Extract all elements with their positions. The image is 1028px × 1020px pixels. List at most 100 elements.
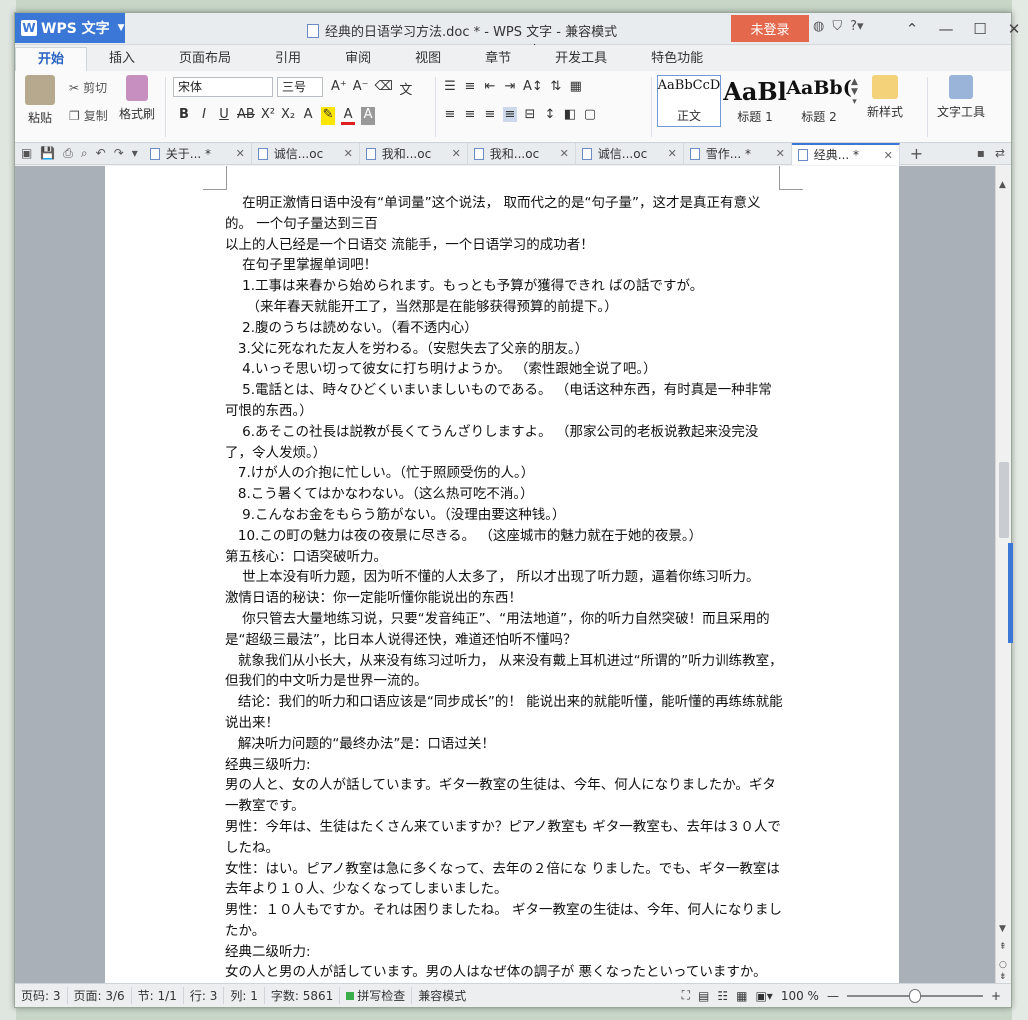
bold-icon[interactable]: B [177, 107, 191, 125]
table-icon[interactable]: ▦ [569, 79, 583, 94]
page-view-icon[interactable]: ▤ [698, 989, 709, 1003]
style-heading-2[interactable]: AaBb( 标题 2 [786, 75, 851, 127]
document-paragraph[interactable]: 女性：はい。ピアノ教室は急に多くなって、去年の２倍にな りました。でも、ギタ一教… [225, 859, 785, 901]
tab-home[interactable]: 开始 [15, 47, 88, 71]
tab-view[interactable]: 视图 [393, 47, 463, 71]
char-shading-icon[interactable]: A [361, 107, 376, 125]
scrollbar-thumb[interactable] [999, 462, 1009, 538]
font-color-icon[interactable]: A [341, 107, 356, 125]
clear-format-icon[interactable]: ⌫ [375, 79, 393, 98]
status-page-number[interactable]: 页码: 3 [15, 987, 68, 1004]
fullscreen-view-icon[interactable]: ⛶ [682, 988, 690, 1003]
superscript-icon[interactable]: X² [261, 107, 275, 125]
document-paragraph[interactable]: 8.こう暑くてはかなわない。（这么热可吃不消。） [225, 484, 785, 505]
app-menu-button[interactable]: W WPS 文字 ▼ [15, 13, 125, 43]
format-painter-button[interactable]: 格式刷 [119, 75, 155, 122]
document-paragraph[interactable]: 7.けが人の介抱に忙しい。（忙于照顾受伤的人。） [225, 463, 785, 484]
document-paragraph[interactable]: 5.電話とは、時々ひどくいまいましいものである。 （电话这种东西，有时真是一种非… [225, 380, 785, 422]
tab-list-icon[interactable]: ▪ [977, 146, 985, 160]
document-paragraph[interactable]: 第五核心：口语突破听力。 [225, 547, 785, 568]
document-paragraph[interactable]: 4.いっそ思い切って彼女に打ち明けようか。 （索性跟她全说了吧。） [225, 359, 785, 380]
highlight-icon[interactable]: ✎ [321, 107, 336, 125]
cut-button[interactable]: ✂ 剪切 [69, 79, 107, 96]
close-icon[interactable]: ✕ [776, 147, 785, 160]
document-paragraph[interactable]: 结论：我们的听力和口语应该是“同步成长”的！ 能说出来的就能听懂，能听懂的再练练… [225, 692, 785, 734]
font-name-select[interactable]: 宋体 [173, 77, 273, 97]
decrease-indent-icon[interactable]: ⇤ [483, 79, 497, 94]
close-icon[interactable]: ✕ [236, 147, 245, 160]
document-paragraph[interactable]: 3.父に死なれた友人を労わる。（安慰失去了父亲的朋友。） [225, 339, 785, 360]
new-tab-icon[interactable]: + [900, 144, 923, 163]
tab-features[interactable]: 特色功能 [629, 47, 725, 71]
status-word-count[interactable]: 字数: 5861 [265, 987, 341, 1004]
tab-developer[interactable]: 开发工具 [533, 47, 629, 71]
scroll-down-icon[interactable]: ▼ [999, 924, 1006, 934]
select-browse-icon[interactable]: ○ [999, 960, 1007, 970]
document-body[interactable]: 在明正激情日语中没有“单词量”这个说法， 取而代之的是“句子量”，这才是真正有意… [225, 193, 785, 983]
shrink-font-icon[interactable]: A⁻ [353, 79, 369, 98]
skin-icon[interactable]: ◍ [813, 19, 824, 34]
reading-view-icon[interactable]: ▣▾ [755, 989, 772, 1003]
document-paragraph[interactable]: 2.腹のうちは読めない。（看不透内心） [225, 318, 785, 339]
font-size-select[interactable]: 三号 [277, 77, 323, 97]
document-paragraph[interactable]: 女の人と男の人が話しています。男の人はなぜ体の調子が 悪くなったといっていますか… [225, 962, 785, 983]
open-icon[interactable]: ▣ [21, 146, 32, 161]
help-icon[interactable]: ?▾ [850, 19, 863, 34]
subscript-icon[interactable]: X₂ [281, 107, 295, 125]
document-paragraph[interactable]: 男性：今年は、生徒はたくさん来ていますか？ピアノ教室も ギタ一教室も、去年は３０… [225, 817, 785, 859]
minimize-icon[interactable]: — [929, 15, 963, 42]
undo-icon[interactable]: ↶ [96, 146, 106, 161]
text-effect-icon[interactable]: A [301, 107, 315, 125]
document-paragraph[interactable]: 激情日语的秘诀：你一定能听懂你能说出的东西！ [225, 588, 785, 609]
numbered-list-icon[interactable]: ≡ [463, 79, 477, 94]
border-icon[interactable]: ▢ [583, 107, 597, 122]
document-paragraph[interactable]: 解决听力问题的“最终办法”是：口语过关！ [225, 734, 785, 755]
zoom-out-icon[interactable]: — [827, 989, 839, 1003]
side-panel-toggle[interactable] [1008, 543, 1013, 643]
document-paragraph[interactable]: 男性：１０人もですか。それは困りましたね。 ギタ一教室の生徒は、今年、何人になり… [225, 900, 785, 942]
spell-check-toggle[interactable]: 拼写检查 [340, 987, 413, 1004]
style-scroll[interactable]: ▲ ▼ ▾ [851, 77, 858, 107]
sort-icon[interactable]: ⇅ [549, 79, 563, 94]
print-icon[interactable]: ⎙ [63, 146, 73, 161]
doc-tab[interactable]: 诚信...oc ✕ [252, 142, 360, 165]
outline-view-icon[interactable]: ☷ [717, 989, 728, 1003]
document-paragraph[interactable]: 就象我们从小长大，从来没有练习过听力， 从来没有戴上耳机进过“所谓的”听力训练教… [225, 651, 785, 693]
phonetic-icon[interactable]: 文 [399, 79, 413, 98]
shading-icon[interactable]: ◧ [563, 107, 577, 122]
increase-indent-icon[interactable]: ⇥ [503, 79, 517, 94]
more-icon[interactable]: ▾ [132, 146, 138, 161]
next-page-icon[interactable]: ⇟ [999, 972, 1007, 982]
close-icon[interactable]: ✕ [668, 147, 677, 160]
tab-review[interactable]: 审阅 [323, 47, 393, 71]
doc-tab[interactable]: 诚信...oc ✕ [576, 142, 684, 165]
underline-icon[interactable]: U [217, 107, 231, 125]
document-paragraph[interactable]: 在句子里掌握单词吧！ [225, 255, 785, 276]
zoom-slider[interactable] [846, 988, 983, 1003]
login-button[interactable]: 未登录 [731, 15, 809, 42]
document-paragraph[interactable]: 经典三级听力: [225, 755, 785, 776]
text-tools-button[interactable]: 文字工具 [937, 75, 985, 120]
save-icon[interactable]: 💾 [40, 146, 55, 161]
style-heading-1[interactable]: AaBl 标题 1 [723, 75, 787, 127]
close-icon[interactable]: ✕ [884, 149, 893, 162]
preview-icon[interactable]: ⌕ [81, 146, 88, 161]
close-icon[interactable]: ✕ [452, 147, 461, 160]
zoom-slider-knob[interactable] [908, 988, 921, 1003]
status-pages[interactable]: 页面: 3/6 [68, 987, 132, 1004]
zoom-in-icon[interactable]: + [991, 989, 1001, 1003]
maximize-icon[interactable]: ☐ [963, 15, 997, 42]
document-paragraph[interactable]: 10.この町の魅力は夜の夜景に尽きる。 （这座城市的魅力就在于她的夜景。） [225, 526, 785, 547]
strikethrough-icon[interactable]: AB [237, 107, 255, 125]
document-paragraph[interactable]: 以上的人已经是一个日语交 流能手，一个日语学习的成功者！ [225, 235, 785, 256]
grow-font-icon[interactable]: A⁺ [331, 79, 347, 98]
document-paragraph[interactable]: （来年春天就能开工了，当然那是在能够获得预算的前提下。） [225, 297, 785, 318]
justify-icon[interactable]: ≡ [503, 107, 517, 122]
document-paragraph[interactable]: 经典二级听力: [225, 942, 785, 963]
chinese-layout-icon[interactable]: A↕ [523, 79, 543, 94]
document-area[interactable]: 在明正激情日语中没有“单词量”这个说法， 取而代之的是“句子量”，这才是真正有意… [15, 166, 995, 983]
italic-icon[interactable]: I [197, 107, 211, 125]
doc-tab[interactable]: 我和...oc ✕ [468, 142, 576, 165]
status-section[interactable]: 节: 1/1 [132, 987, 184, 1004]
bullet-list-icon[interactable]: ☰ [443, 79, 457, 94]
